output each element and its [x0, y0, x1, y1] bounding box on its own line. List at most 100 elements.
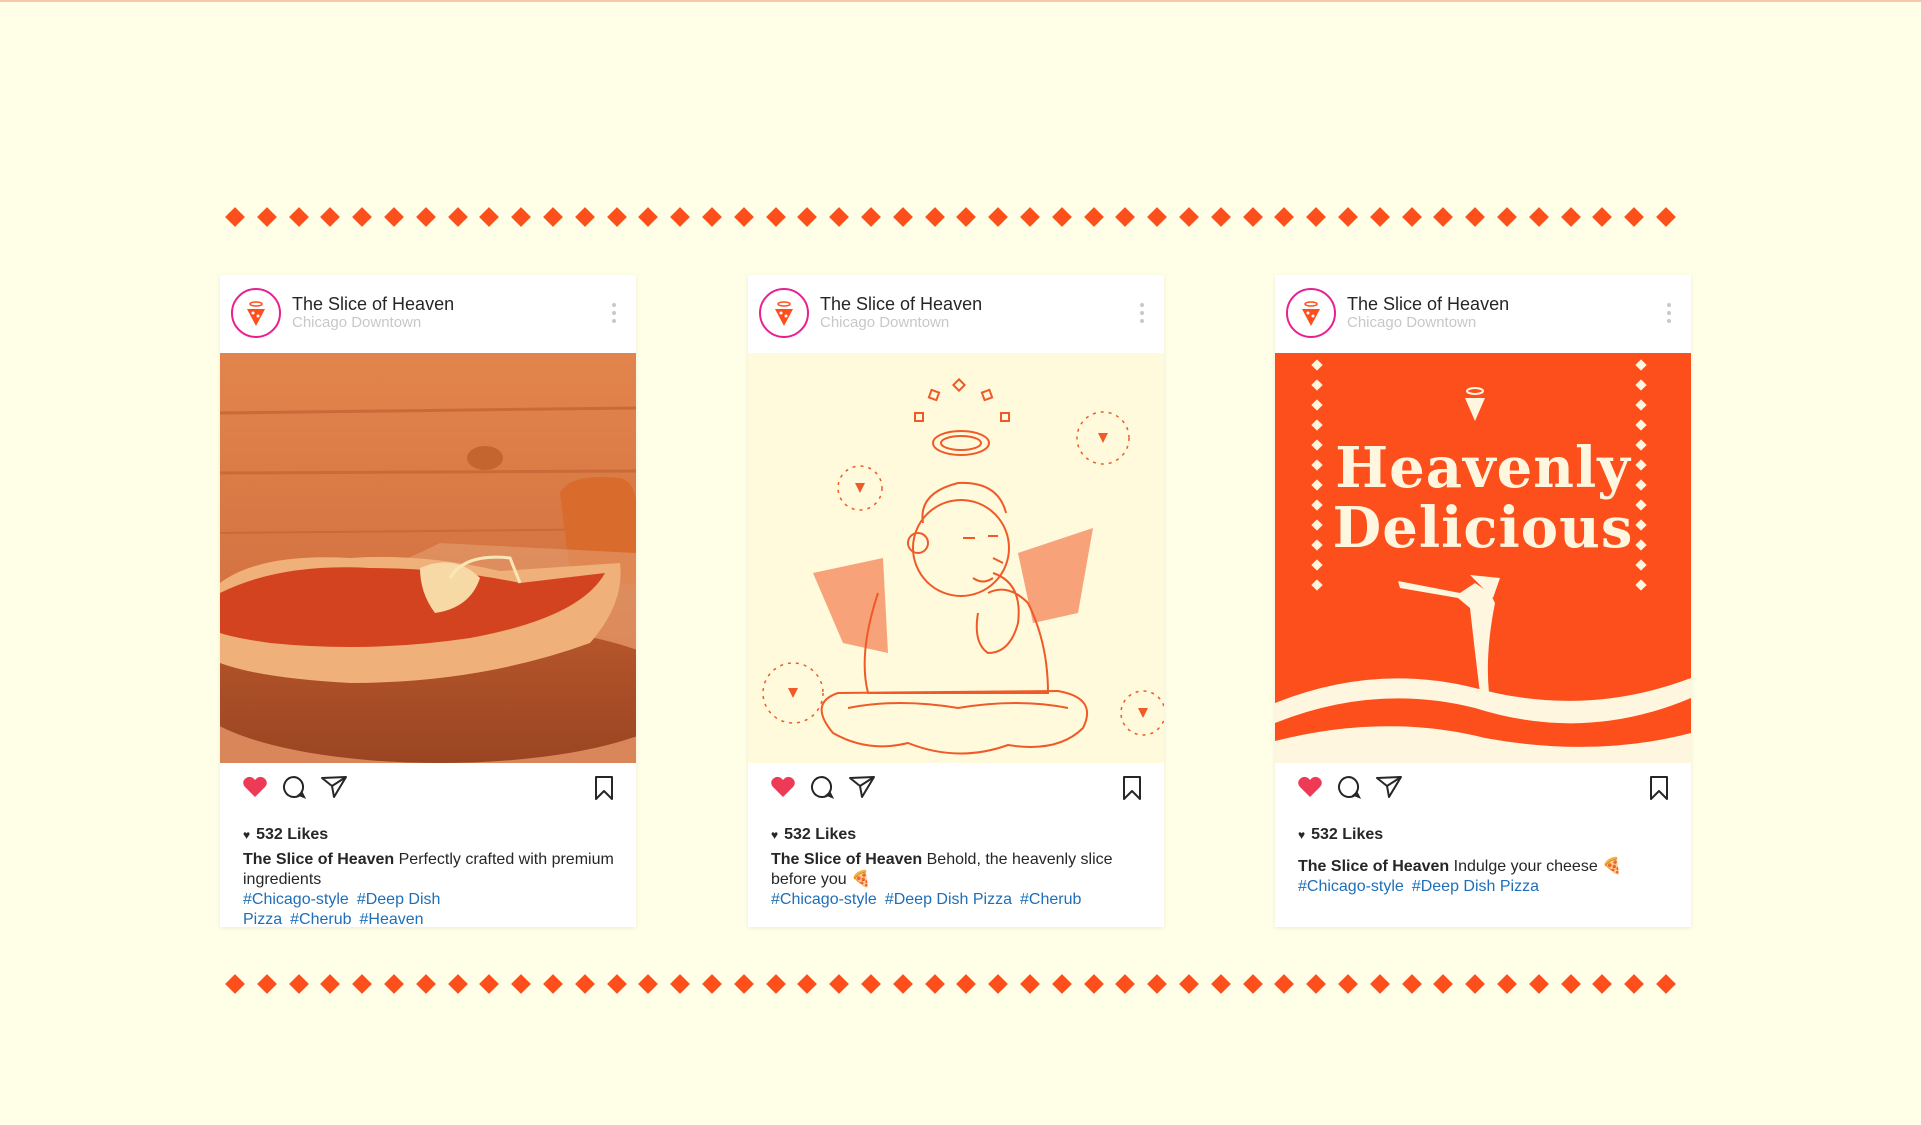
- diamond-ornament: [574, 207, 595, 227]
- diamond-ornament: [988, 974, 1009, 994]
- diamond-ornament: [1338, 207, 1358, 227]
- account-name[interactable]: The Slice of Heaven: [1347, 294, 1509, 315]
- diamond-ornament: [702, 974, 722, 994]
- mini-heart-icon: ♥: [1298, 828, 1306, 842]
- diamond-ornament: [1624, 974, 1645, 994]
- headline-line-1: Heavenly: [1335, 435, 1631, 501]
- account-location[interactable]: Chicago Downtown: [1347, 314, 1476, 331]
- hashtag-link[interactable]: #Cherub: [1020, 891, 1081, 908]
- likes-count[interactable]: ♥ 532 Likes: [243, 826, 328, 844]
- share-icon[interactable]: [1375, 775, 1403, 799]
- hashtags: #Chicago-style #Deep Dish Pizza: [1298, 877, 1678, 897]
- caption-username[interactable]: The Slice of Heaven: [771, 851, 922, 868]
- comment-icon[interactable]: [810, 775, 834, 799]
- diamond-ornament: [1338, 974, 1358, 994]
- diamond-ornament: [1210, 974, 1231, 994]
- likes-count[interactable]: ♥ 532 Likes: [1298, 826, 1383, 844]
- share-icon[interactable]: [320, 775, 348, 799]
- hashtag-link[interactable]: #Heaven: [360, 911, 424, 928]
- hashtag-link[interactable]: #Chicago-style: [1298, 878, 1404, 895]
- diamond-ornament: [1274, 974, 1295, 994]
- diamond-ornament: [1592, 207, 1613, 227]
- diamond-ornament: [1147, 207, 1168, 227]
- diamond-ornament: [956, 207, 977, 227]
- hashtags: #Chicago-style #Deep Dish Pizza #Cherub: [771, 890, 1151, 910]
- post-actions: [748, 775, 1164, 811]
- diamond-ornament: [225, 207, 245, 227]
- diamond-ornament: [829, 207, 850, 227]
- bookmark-icon[interactable]: [594, 775, 614, 801]
- more-vertical-icon[interactable]: [612, 303, 616, 327]
- diamond-ornament: [1242, 974, 1263, 994]
- bookmark-icon[interactable]: [1649, 775, 1669, 801]
- heart-icon[interactable]: [770, 775, 796, 799]
- diamond-ornament: [1624, 207, 1645, 227]
- account-name[interactable]: The Slice of Heaven: [820, 294, 982, 315]
- caption-username[interactable]: The Slice of Heaven: [1298, 858, 1449, 875]
- caption-text: Indulge your cheese 🍕: [1453, 858, 1623, 875]
- diamond-ornament: [288, 207, 309, 227]
- likes-text: 532 Likes: [784, 826, 857, 843]
- comment-icon[interactable]: [282, 775, 306, 799]
- comment-icon[interactable]: [1337, 775, 1361, 799]
- diamond-ornament: [1179, 974, 1199, 994]
- diamond-ornament: [1560, 207, 1581, 227]
- diamond-ornament: [1179, 207, 1199, 227]
- avatar[interactable]: [1286, 288, 1336, 338]
- avatar[interactable]: [231, 288, 281, 338]
- diamond-ornament: [384, 207, 404, 227]
- diamond-border-top: [225, 204, 1688, 230]
- diamond-ornament: [256, 207, 277, 227]
- diamond-ornament: [861, 974, 881, 994]
- diamond-ornament: [320, 974, 341, 994]
- headline-line-2: Delicious: [1332, 495, 1634, 561]
- diamond-ornament: [956, 974, 977, 994]
- hashtag-link[interactable]: #Cherub: [290, 911, 351, 928]
- diamond-ornament: [1020, 974, 1040, 994]
- more-vertical-icon[interactable]: [1140, 303, 1144, 327]
- account-location[interactable]: Chicago Downtown: [292, 314, 421, 331]
- diamond-ornament: [574, 974, 595, 994]
- heart-icon[interactable]: [242, 775, 268, 799]
- hashtag-link[interactable]: #Deep Dish Pizza: [885, 891, 1012, 908]
- account-name[interactable]: The Slice of Heaven: [292, 294, 454, 315]
- mini-heart-icon: ♥: [243, 828, 251, 842]
- hashtag-link[interactable]: #Chicago-style: [771, 891, 877, 908]
- post-image-cherub: [748, 353, 1164, 763]
- diamond-ornament: [892, 207, 913, 227]
- diamond-ornament: [1528, 207, 1549, 227]
- post-caption: The Slice of Heaven Indulge your cheese …: [1298, 857, 1678, 897]
- diamond-ornament: [733, 974, 754, 994]
- more-vertical-icon[interactable]: [1667, 303, 1671, 327]
- diamond-ornament: [1497, 207, 1517, 227]
- post-header: The Slice of Heaven Chicago Downtown: [1275, 275, 1691, 353]
- diamond-ornament: [320, 207, 341, 227]
- diamond-ornament: [352, 207, 373, 227]
- diamond-ornament: [479, 207, 500, 227]
- diamond-ornament: [733, 207, 754, 227]
- diamond-ornament: [1656, 974, 1676, 994]
- hashtag-link[interactable]: #Chicago-style: [243, 891, 349, 908]
- share-icon[interactable]: [848, 775, 876, 799]
- diamond-ornament: [1051, 207, 1072, 227]
- likes-count[interactable]: ♥ 532 Likes: [771, 826, 856, 844]
- avatar[interactable]: [759, 288, 809, 338]
- diamond-ornament: [797, 207, 818, 227]
- diamond-ornament: [447, 207, 468, 227]
- post-header: The Slice of Heaven Chicago Downtown: [748, 275, 1164, 353]
- diamond-ornament: [1369, 974, 1390, 994]
- diamond-ornament: [924, 974, 945, 994]
- hashtag-link[interactable]: #Deep Dish Pizza: [1412, 878, 1539, 895]
- diamond-ornament: [415, 207, 436, 227]
- diamond-ornament: [352, 974, 373, 994]
- likes-text: 532 Likes: [256, 826, 329, 843]
- diamond-ornament: [670, 207, 691, 227]
- caption-username[interactable]: The Slice of Heaven: [243, 851, 394, 868]
- heart-icon[interactable]: [1297, 775, 1323, 799]
- likes-text: 532 Likes: [1311, 826, 1384, 843]
- diamond-ornament: [638, 207, 659, 227]
- instagram-post-heavenly-delicious: The Slice of Heaven Chicago Downtown Hea…: [1275, 275, 1691, 927]
- account-location[interactable]: Chicago Downtown: [820, 314, 949, 331]
- bookmark-icon[interactable]: [1122, 775, 1142, 801]
- diamond-ornament: [702, 207, 722, 227]
